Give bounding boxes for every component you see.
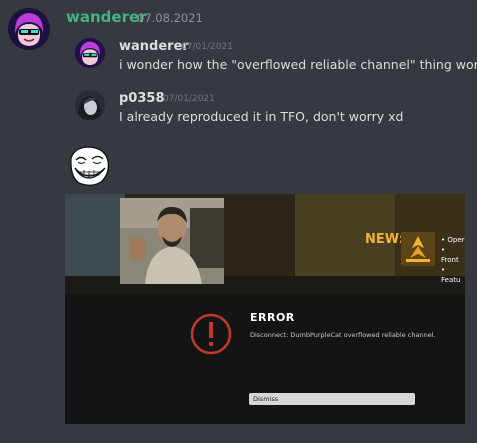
webcam-overlay — [120, 198, 224, 284]
image-attachment[interactable]: NEW: • Oper • Front • Featu ERROR Discon… — [65, 194, 465, 424]
quote-text: i wonder how the "overflowed reliable ch… — [119, 57, 477, 72]
quote-avatar-p0358 — [75, 90, 105, 120]
new-feature-icon — [401, 232, 435, 266]
quote-author: wanderer — [119, 39, 189, 54]
quote-timestamp: 07/01/2021 — [181, 42, 233, 52]
feature-list: • Oper • Front • Featu — [441, 236, 465, 284]
message-timestamp: 07.08.2021 — [137, 11, 203, 25]
feature-item: Front — [441, 256, 459, 264]
quote-timestamp: 07/01/2021 — [163, 94, 215, 104]
quote-text: I already reproduced it in TFO, don't wo… — [119, 109, 404, 124]
error-title: ERROR — [250, 311, 295, 324]
dismiss-button[interactable]: Dismiss — [249, 393, 415, 405]
quote-author: p0358 — [119, 91, 165, 106]
error-icon — [189, 312, 233, 356]
author-avatar[interactable] — [8, 8, 50, 50]
new-label: NEW: — [365, 232, 404, 247]
feature-item: Oper — [447, 236, 465, 244]
trollface-emoji[interactable] — [67, 144, 111, 188]
error-message: Disconnect: DumbPurpleCat overflowed rel… — [250, 331, 436, 339]
message-author[interactable]: wanderer — [66, 8, 147, 26]
feature-item: Featu — [441, 276, 461, 284]
quote-avatar-wanderer — [75, 38, 105, 68]
